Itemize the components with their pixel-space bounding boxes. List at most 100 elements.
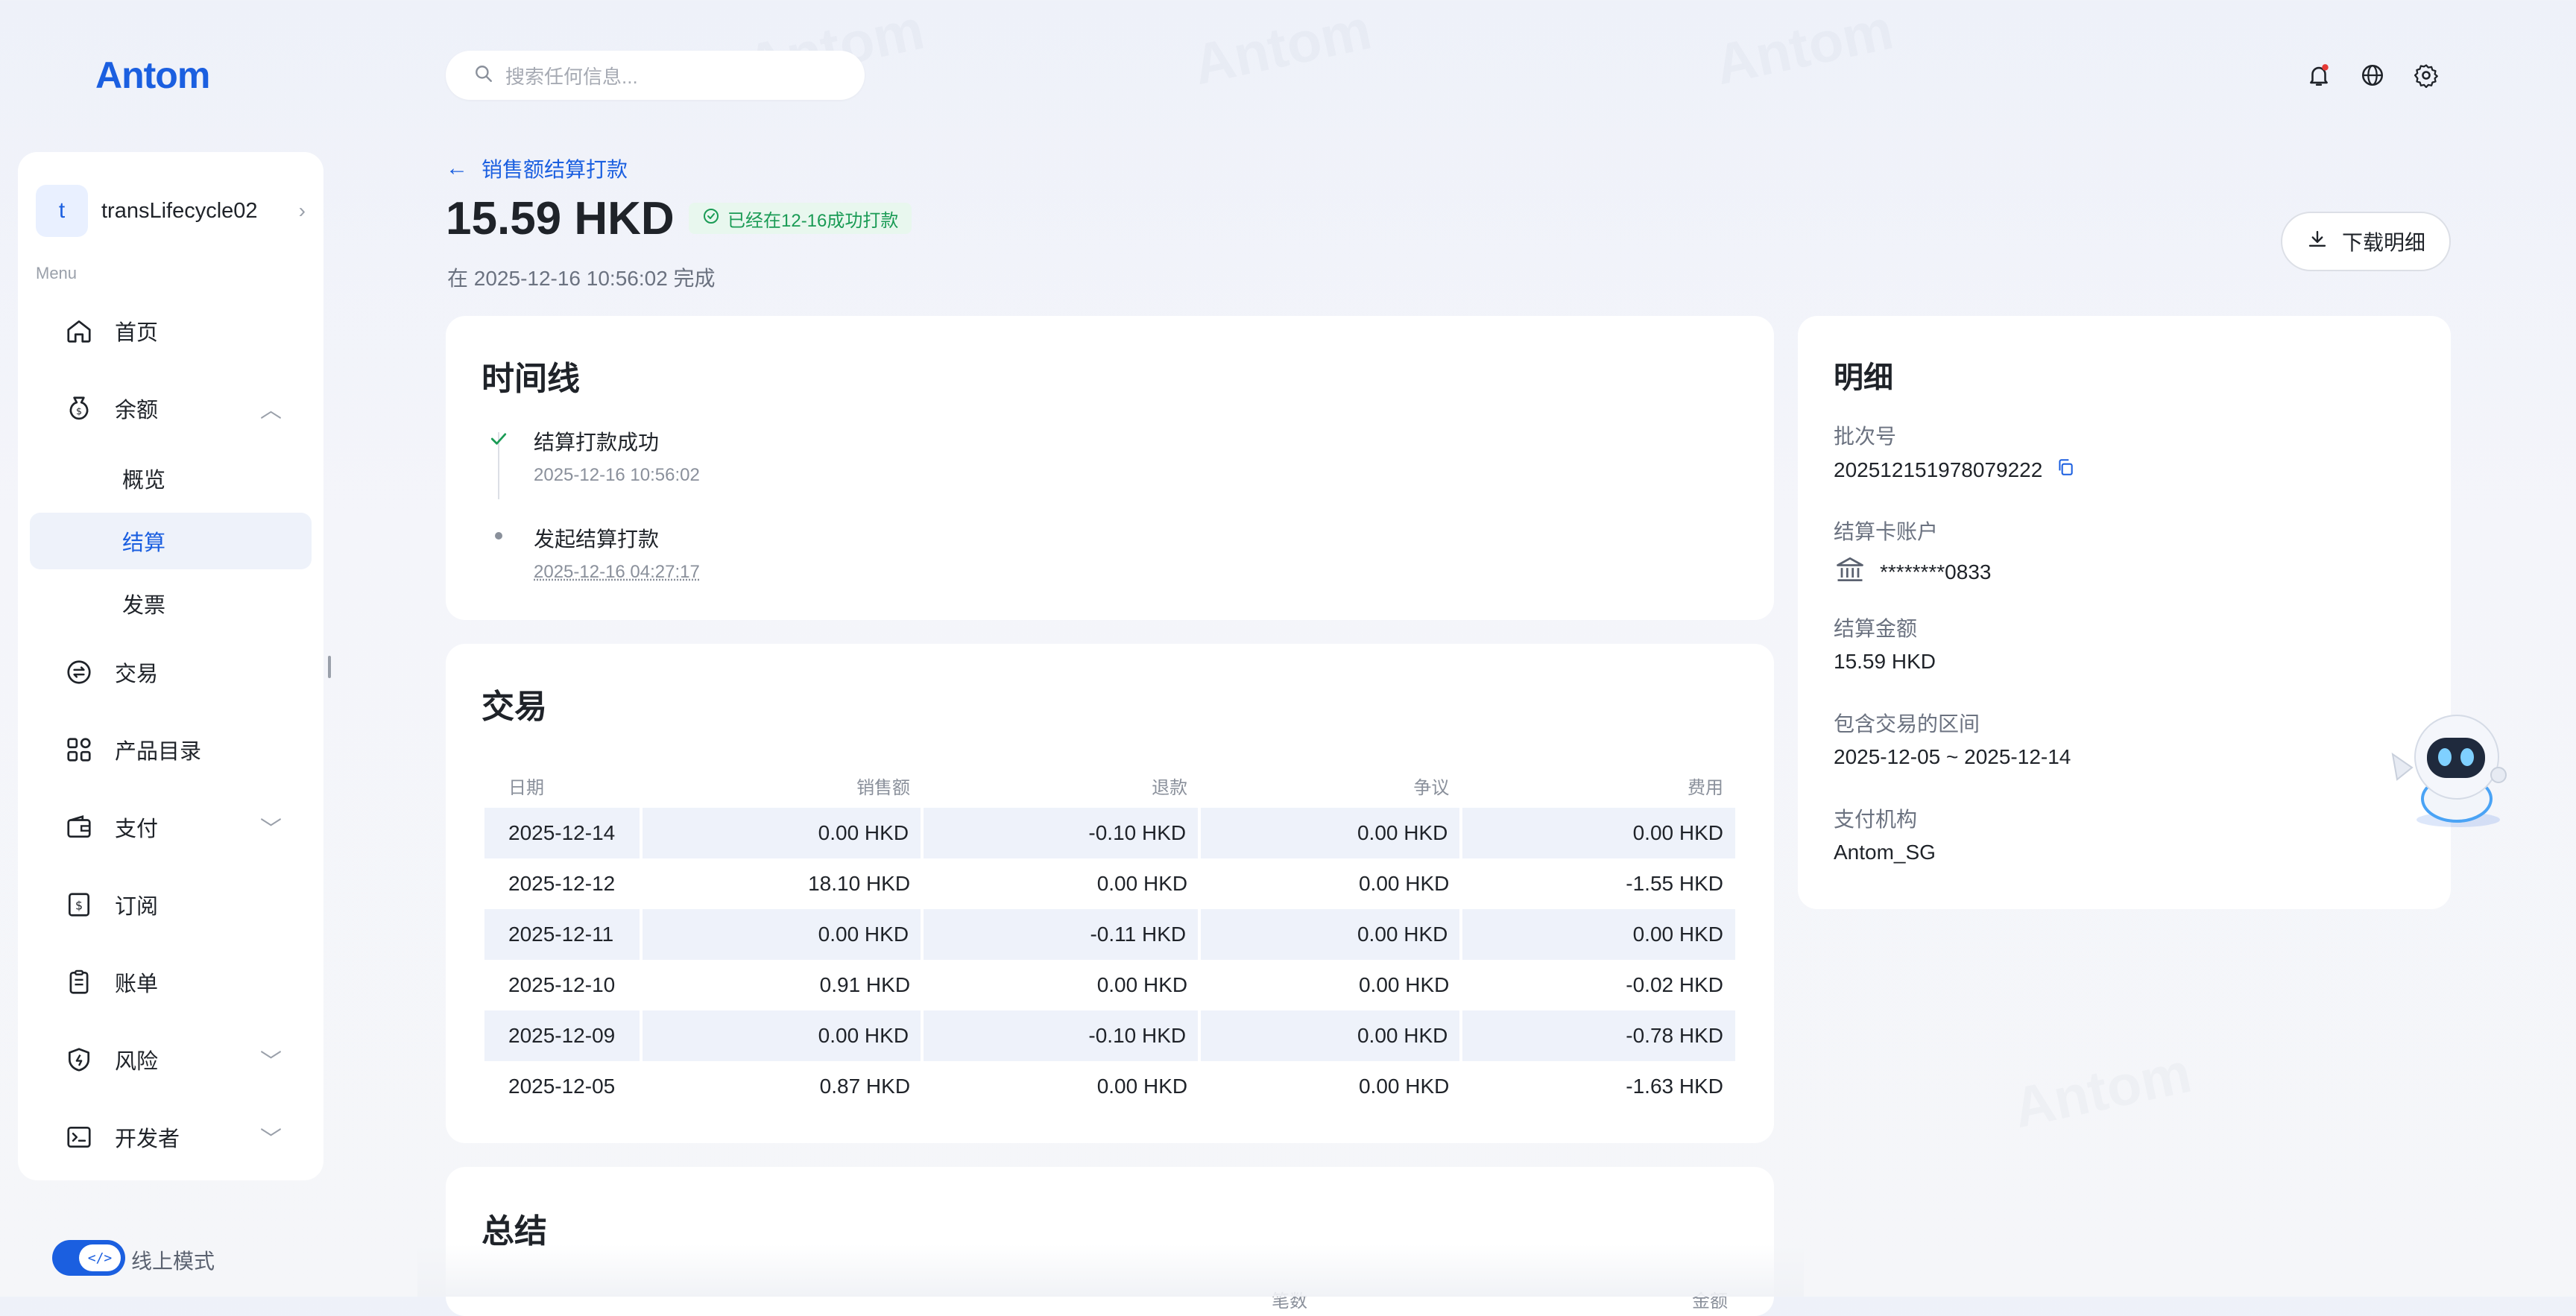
chevron-down-icon: ﹀ [259,817,282,841]
bottom-fade [417,1244,1804,1297]
sidebar-item-overview[interactable]: 概览 [30,450,312,507]
check-icon [487,428,510,454]
card-number: ********0833 [1880,560,1992,583]
table-cell: 0.00 HKD [1199,1010,1463,1061]
table-cell: 0.00 HKD [1096,973,1188,996]
table-cell: 0.00 HKD [1096,872,1188,895]
column-header: 退款 [1152,777,1188,798]
table-cell: -0.78 HKD [1461,1010,1735,1061]
timeline-title: 时间线 [482,361,580,397]
assistant-robot-icon[interactable] [2382,708,2524,835]
terminal-icon [63,1121,95,1154]
sidebar-resize-handle[interactable] [328,656,331,678]
sidebar-item-transactions[interactable]: 交易 [30,644,312,700]
sidebar-item-subscription[interactable]: $ 订阅 [30,876,312,933]
table-cell: 0.00 HKD [1358,1075,1450,1098]
account-name: transLifecycle02 [101,198,258,223]
table-cell: -0.02 HKD [1626,973,1723,996]
table-cell: 18.10 HKD [808,872,911,895]
batch-number: 202512151978079222 [1834,458,2043,481]
arrow-left-icon: ← [446,156,468,180]
avatar: t [36,185,88,237]
sidebar-item-home[interactable]: 首页 [30,303,312,359]
account-switcher[interactable]: t transLifecycle02 › [36,182,312,240]
timeline-event: 结算打款成功 2025-12-16 10:56:02 [534,426,700,486]
table-cell: 0.00 HKD [1199,909,1463,960]
timeline-event-time[interactable]: 2025-12-16 04:27:17 [534,562,700,583]
table-header-row: 日期 销售额 退款 争议 费用 [484,763,1735,808]
table-cell: 2025-12-14 [484,808,643,858]
bank-icon [1834,553,1866,591]
sidebar-item-label: 订阅 [115,895,159,919]
settlement-card-label: 结算卡账户 [1834,520,1939,543]
status-text: 已经在12-16成功打款 [727,210,899,231]
range-label: 包含交易的区间 [1834,712,1980,735]
back-link-label: 销售额结算打款 [482,158,628,181]
subscription-icon: $ [63,888,95,921]
sidebar-item-balance[interactable]: $ 余额 ︿ [30,380,312,437]
search-input[interactable]: 搜索任何信息... [505,62,638,89]
table-cell: -1.63 HKD [1626,1075,1723,1098]
table-row: 2025-12-05 0.87 HKD 0.00 HKD 0.00 HKD -1… [484,1061,1735,1112]
table-cell: 0.00 HKD [641,909,924,960]
transactions-card: 交易 日期 销售额 退款 争议 费用 2025-12-14 0.00 HKD -… [446,644,1774,1143]
page-title: 15.59 HKD [446,193,675,244]
sidebar-item-payment[interactable]: 支付 ﹀ [30,799,312,855]
sidebar-item-invoice[interactable]: 发票 [30,575,312,632]
table-cell: 2025-12-12 [508,872,616,895]
chevron-down-icon: ﹀ [259,1050,282,1074]
table-cell: -0.11 HKD [922,909,1202,960]
download-details-button[interactable]: 下载明细 [2281,212,2451,271]
table-row: 2025-12-10 0.91 HKD 0.00 HKD 0.00 HKD -0… [484,960,1735,1010]
search-bar[interactable]: 搜索任何信息... [446,51,865,100]
details-card: 明细 批次号 202512151978079222 结算卡账户 ********… [1798,316,2451,909]
sidebar-item-label: 风险 [115,1050,159,1074]
grid-icon [63,733,95,766]
table-cell: 2025-12-11 [484,909,643,960]
sidebar-item-developer[interactable]: 开发者 ﹀ [30,1109,312,1165]
table-cell: 0.00 HKD [1358,973,1450,996]
exchange-icon [63,656,95,689]
watermark-logo: Antom [1187,0,1377,98]
settlement-card-value: ********0833 [1834,553,1991,591]
copy-icon[interactable] [2056,458,2075,482]
settlement-amount-value: 15.59 HKD [1834,650,1936,673]
sidebar-item-label: 账单 [115,972,159,996]
notification-bell-icon[interactable] [2302,58,2336,92]
gear-icon[interactable] [2409,58,2443,92]
sidebar-item-risk[interactable]: 风险 ﹀ [30,1031,312,1088]
sidebar-item-catalog[interactable]: 产品目录 [30,721,312,778]
timeline-event-label: 发起结算打款 [534,528,660,551]
timeline-dot [495,532,502,540]
shield-icon [63,1043,95,1076]
transactions-title: 交易 [482,689,547,725]
table-cell: -1.55 HKD [1626,872,1723,895]
table-cell: 0.00 HKD [641,1010,924,1061]
table-cell: 0.00 HKD [1358,872,1450,895]
svg-text:$: $ [75,898,83,912]
column-header: 销售额 [856,777,911,798]
payment-org-label: 支付机构 [1834,808,1918,831]
brand-logo[interactable]: Antom [95,54,210,97]
live-mode-toggle[interactable]: </> [52,1240,125,1276]
back-link[interactable]: ← 销售额结算打款 [446,154,628,183]
table-cell: 0.87 HKD [819,1075,911,1098]
column-header: 日期 [508,777,544,798]
sidebar-item-label: 开发者 [115,1127,180,1151]
live-mode-label: 线上模式 [131,1250,215,1273]
home-icon [63,314,95,347]
column-header: 费用 [1688,777,1723,798]
table-cell: 2025-12-09 [484,1010,643,1061]
batch-label: 批次号 [1834,425,1897,448]
chevron-up-icon: ︿ [259,399,282,423]
table-cell: 0.00 HKD [1096,1075,1188,1098]
globe-icon[interactable] [2355,58,2390,92]
download-label: 下载明细 [2341,231,2425,254]
table-cell: 0.91 HKD [819,973,911,996]
sidebar-item-label: 交易 [115,662,159,686]
balance-icon: $ [63,392,95,425]
chevron-right-icon: › [298,199,306,222]
sidebar-item-settlement[interactable]: 结算 [30,513,312,569]
sidebar-item-bills[interactable]: 账单 [30,954,312,1010]
table-row: 2025-12-12 18.10 HKD 0.00 HKD 0.00 HKD -… [484,858,1735,909]
